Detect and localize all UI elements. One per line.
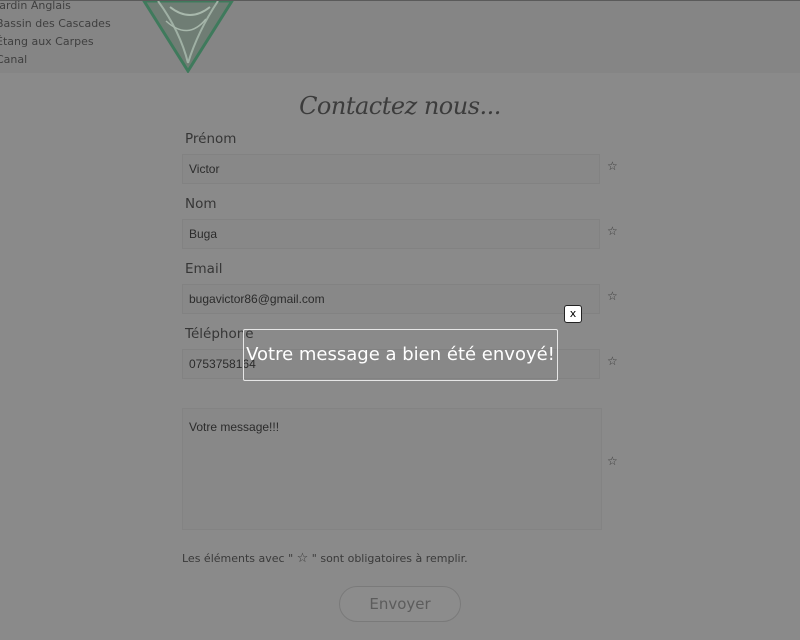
nav-item-canal[interactable]: Canal — [0, 51, 111, 69]
required-star-icon: ☆ — [607, 454, 618, 468]
required-note: Les éléments avec " ☆ " sont obligatoire… — [182, 551, 468, 566]
firstname-label: Prénom — [185, 131, 237, 147]
required-note-prefix: Les éléments avec " — [182, 552, 297, 565]
modal-close-button[interactable]: x — [564, 305, 582, 323]
required-star-icon: ☆ — [607, 159, 618, 173]
required-star-icon: ☆ — [607, 354, 618, 368]
site-header: Jardin Anglais Bassin des Cascades Étang… — [0, 0, 800, 73]
message-textarea[interactable]: Votre message!!! — [182, 408, 602, 530]
email-label: Email — [185, 261, 223, 277]
nav-item-bassin-des-cascades[interactable]: Bassin des Cascades — [0, 15, 111, 33]
nav-item-etang-aux-carpes[interactable]: Étang aux Carpes — [0, 33, 111, 51]
star-icon: ☆ — [296, 551, 309, 566]
site-logo — [142, 1, 234, 73]
lastname-input[interactable]: Buga — [182, 219, 600, 249]
lastname-label: Nom — [185, 196, 217, 212]
page-title: Contactez nous... — [299, 92, 501, 120]
page: Jardin Anglais Bassin des Cascades Étang… — [0, 0, 800, 640]
submit-button[interactable]: Envoyer — [339, 586, 461, 622]
required-star-icon: ☆ — [607, 224, 618, 238]
firstname-input[interactable]: Victor — [182, 154, 600, 184]
confirmation-modal: Votre message a bien été envoyé! — [243, 329, 558, 381]
required-note-suffix: " sont obligatoires à remplir. — [308, 552, 468, 565]
nav-menu: Jardin Anglais Bassin des Cascades Étang… — [0, 0, 111, 69]
email-input[interactable]: bugavictor86@gmail.com — [182, 284, 600, 314]
nav-item-jardin-anglais[interactable]: Jardin Anglais — [0, 0, 111, 15]
required-star-icon: ☆ — [607, 289, 618, 303]
